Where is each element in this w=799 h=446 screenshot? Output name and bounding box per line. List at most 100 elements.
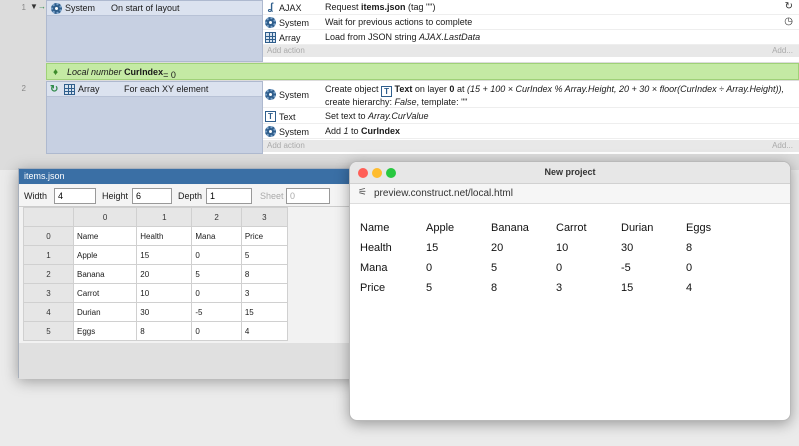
grid-cell[interactable]: 3 (240, 283, 289, 303)
grid-cell[interactable]: Carrot (72, 283, 138, 303)
loop-icon: ↻ (50, 84, 59, 95)
json-editor-window[interactable]: items.json Width Height Depth Sheet 0 1 … (18, 168, 363, 379)
event-2[interactable]: 2 ↻ Array For each XY element System Cre… (0, 81, 799, 154)
grid-cell[interactable]: 0 (191, 245, 242, 265)
col-header[interactable]: 0 (72, 207, 138, 227)
action-row[interactable]: System Add 1 to CurIndex (263, 124, 799, 139)
site-settings-icon[interactable]: ⚟ (358, 187, 367, 198)
local-variable[interactable]: ♦ Local number CurIndex = 0 (46, 63, 799, 80)
action-object: System (279, 17, 310, 28)
depth-input[interactable] (206, 188, 252, 204)
add-action-link[interactable]: Add action (267, 141, 305, 150)
condition-object: System (65, 3, 96, 13)
action-row[interactable]: T Text Set text to Array.CurValue (263, 109, 799, 124)
preview-cell: 15 (621, 282, 634, 294)
preview-titlebar[interactable]: New project (350, 162, 790, 184)
grid-cell[interactable]: 0 (191, 321, 242, 341)
table-row: Health 15 20 10 30 8 (360, 238, 751, 258)
row-header[interactable]: 1 (23, 245, 74, 265)
row-header[interactable]: 2 (23, 264, 74, 284)
grid-cell[interactable]: 10 (136, 283, 193, 303)
grid-cell[interactable]: 30 (136, 302, 193, 322)
grid-cell[interactable]: 5 (191, 264, 242, 284)
event-2-conditions[interactable]: ↻ Array For each XY element (46, 81, 263, 154)
grid-cell[interactable]: Mana (191, 226, 242, 246)
grid-cell[interactable]: 4 (240, 321, 289, 341)
col-header[interactable]: 2 (191, 207, 242, 227)
grid-cell[interactable]: Banana (72, 264, 138, 284)
col-header[interactable]: 3 (240, 207, 289, 227)
grid-cell[interactable]: Apple (72, 245, 138, 265)
row-header[interactable]: 4 (23, 302, 74, 322)
url-text[interactable]: preview.construct.net/local.html (374, 188, 513, 199)
grid-cell[interactable]: Price (240, 226, 289, 246)
col-header[interactable]: 1 (136, 207, 193, 227)
collapse-toggle-icon[interactable]: ▼ (30, 2, 38, 11)
grid-cell[interactable]: 5 (240, 245, 289, 265)
event-line-number: 1 (21, 3, 26, 12)
action-object: System (279, 89, 310, 100)
refresh-icon[interactable]: ↻ (785, 1, 793, 12)
event-1-conditions[interactable]: System On start of layout (46, 0, 263, 62)
row-header[interactable]: 3 (23, 283, 74, 303)
grid-cell[interactable]: 8 (240, 264, 289, 284)
preview-cell: Banana (491, 222, 529, 234)
table-row: Price 5 8 3 15 4 (360, 278, 751, 298)
gear-icon (51, 3, 62, 14)
row-header[interactable]: 0 (23, 226, 74, 246)
grid-corner (23, 207, 74, 227)
address-bar[interactable]: ⚟ preview.construct.net/local.html (350, 184, 790, 204)
preview-cell: 15 (426, 242, 439, 254)
grid-cell[interactable]: Durian (72, 302, 138, 322)
action-row[interactable]: ʆ AJAX Request items.json (tag "") ↻ (263, 0, 799, 15)
table-row: 0 Name Health Mana Price (23, 226, 289, 246)
condition-object: Array (78, 84, 100, 94)
preview-cell: 20 (491, 242, 504, 254)
sheet-input[interactable] (286, 188, 330, 204)
action-text: Load from JSON string AJAX.LastData (325, 32, 481, 42)
height-input[interactable] (132, 188, 172, 204)
width-input[interactable] (54, 188, 96, 204)
grid-cell[interactable]: Eggs (72, 321, 138, 341)
table-row: 1 Apple 15 0 5 (23, 245, 289, 265)
gear-icon (265, 126, 276, 137)
preview-cell: 30 (621, 242, 634, 254)
grid-cell[interactable]: 8 (136, 321, 193, 341)
preview-cell: 0 (556, 262, 563, 274)
preview-cell: Carrot (556, 222, 587, 234)
add-action-row[interactable]: Add action Add... (263, 45, 799, 57)
clock-icon[interactable]: ◷ (784, 16, 793, 27)
action-row[interactable]: System Create object T Text on layer 0 a… (263, 81, 799, 108)
add-action-row[interactable]: Add action Add... (263, 140, 799, 152)
condition-row[interactable]: ↻ Array For each XY element (47, 82, 262, 97)
action-object: Array (279, 32, 301, 43)
json-editor-titlebar[interactable]: items.json (19, 169, 362, 184)
preview-window[interactable]: New project ⚟ preview.construct.net/loca… (349, 161, 791, 421)
event-1[interactable]: 1 ▼ → System On start of layout ʆ AJAX Re… (0, 0, 799, 62)
array-icon (265, 32, 276, 43)
table-row: 3 Carrot 10 0 3 (23, 283, 289, 303)
grid-cell[interactable]: -5 (191, 302, 242, 322)
text-object-icon: T (265, 111, 276, 122)
action-row[interactable]: Array Load from JSON string AJAX.LastDat… (263, 30, 799, 45)
condition-row[interactable]: System On start of layout (47, 1, 262, 16)
variable-pin-icon: ♦ (53, 67, 59, 78)
grid-cell[interactable]: Health (136, 226, 193, 246)
preview-cell: 4 (686, 282, 693, 294)
array-icon (64, 84, 75, 95)
add-more-link[interactable]: Add... (772, 141, 793, 150)
add-action-link[interactable]: Add action (267, 46, 305, 55)
event-line-number: 2 (21, 84, 26, 93)
add-more-link[interactable]: Add... (772, 46, 793, 55)
grid-cell[interactable]: 15 (240, 302, 289, 322)
grid-cell[interactable]: Name (72, 226, 138, 246)
grid-cell[interactable]: 15 (136, 245, 193, 265)
grid-cell[interactable]: 0 (191, 283, 242, 303)
preview-cell: 0 (426, 262, 433, 274)
row-header[interactable]: 5 (23, 321, 74, 341)
action-object: System (279, 126, 310, 137)
grid-cell[interactable]: 20 (136, 264, 193, 284)
event-1-actions: ʆ AJAX Request items.json (tag "") ↻ Syst… (263, 0, 799, 62)
height-label: Height (102, 191, 129, 201)
action-row[interactable]: System Wait for previous actions to comp… (263, 15, 799, 30)
